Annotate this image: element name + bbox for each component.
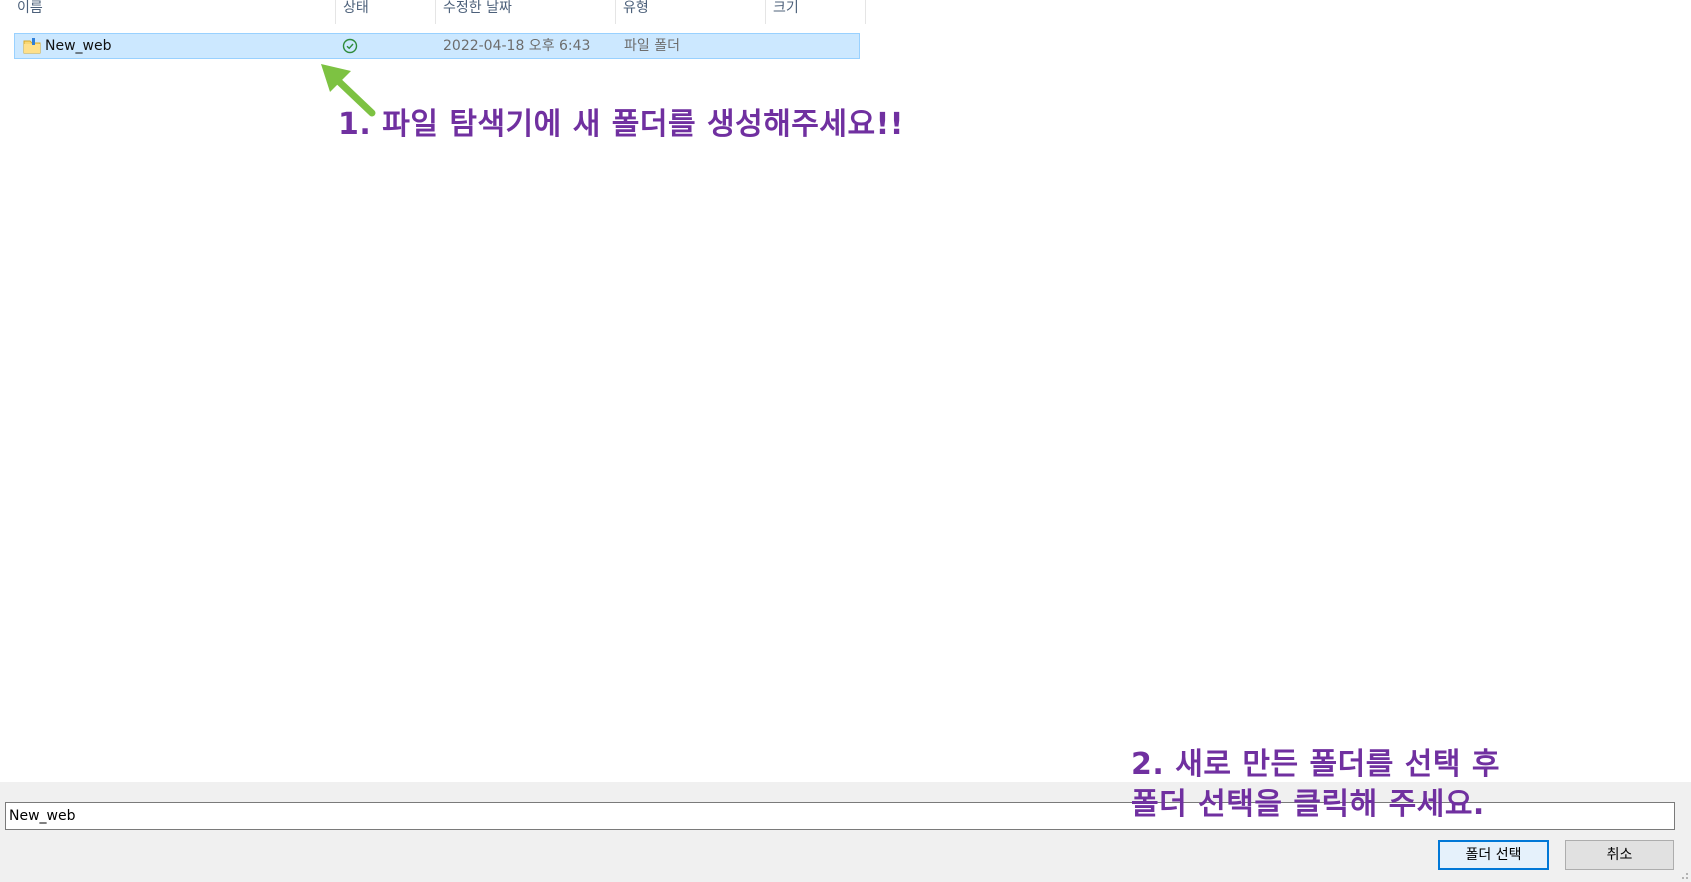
select-folder-button[interactable]: 폴더 선택 [1438,840,1549,870]
check-circle-icon [342,38,358,54]
instruction-step2-line1: 2. 새로 만든 폴더를 선택 후 [1131,747,1500,782]
column-header-type[interactable]: 유형 [616,0,766,24]
file-row-selected[interactable]: New_web 2022-04-18 오후 6:43 파일 폴더 [14,33,860,59]
resize-grip-icon[interactable] [1679,870,1689,880]
instruction-step1: 1. 파일 탐색기에 새 폴더를 생성해주세요!! [338,107,904,142]
file-name: New_web [45,38,112,54]
cancel-button[interactable]: 취소 [1565,840,1674,870]
folder-icon [23,38,41,54]
column-header-status[interactable]: 상태 [336,0,436,24]
file-type: 파일 폴더 [624,38,680,54]
instruction-step2: 2. 새로 만든 폴더를 선택 후 폴더 선택을 클릭해 주세요. [1131,745,1500,825]
column-header-date[interactable]: 수정한 날짜 [436,0,616,24]
instruction-step2-line2: 폴더 선택을 클릭해 주세요. [1131,787,1485,822]
column-header-name[interactable]: 이름 [10,0,336,24]
file-modified-date: 2022-04-18 오후 6:43 [443,38,591,54]
column-header-size[interactable]: 크기 [766,0,866,24]
